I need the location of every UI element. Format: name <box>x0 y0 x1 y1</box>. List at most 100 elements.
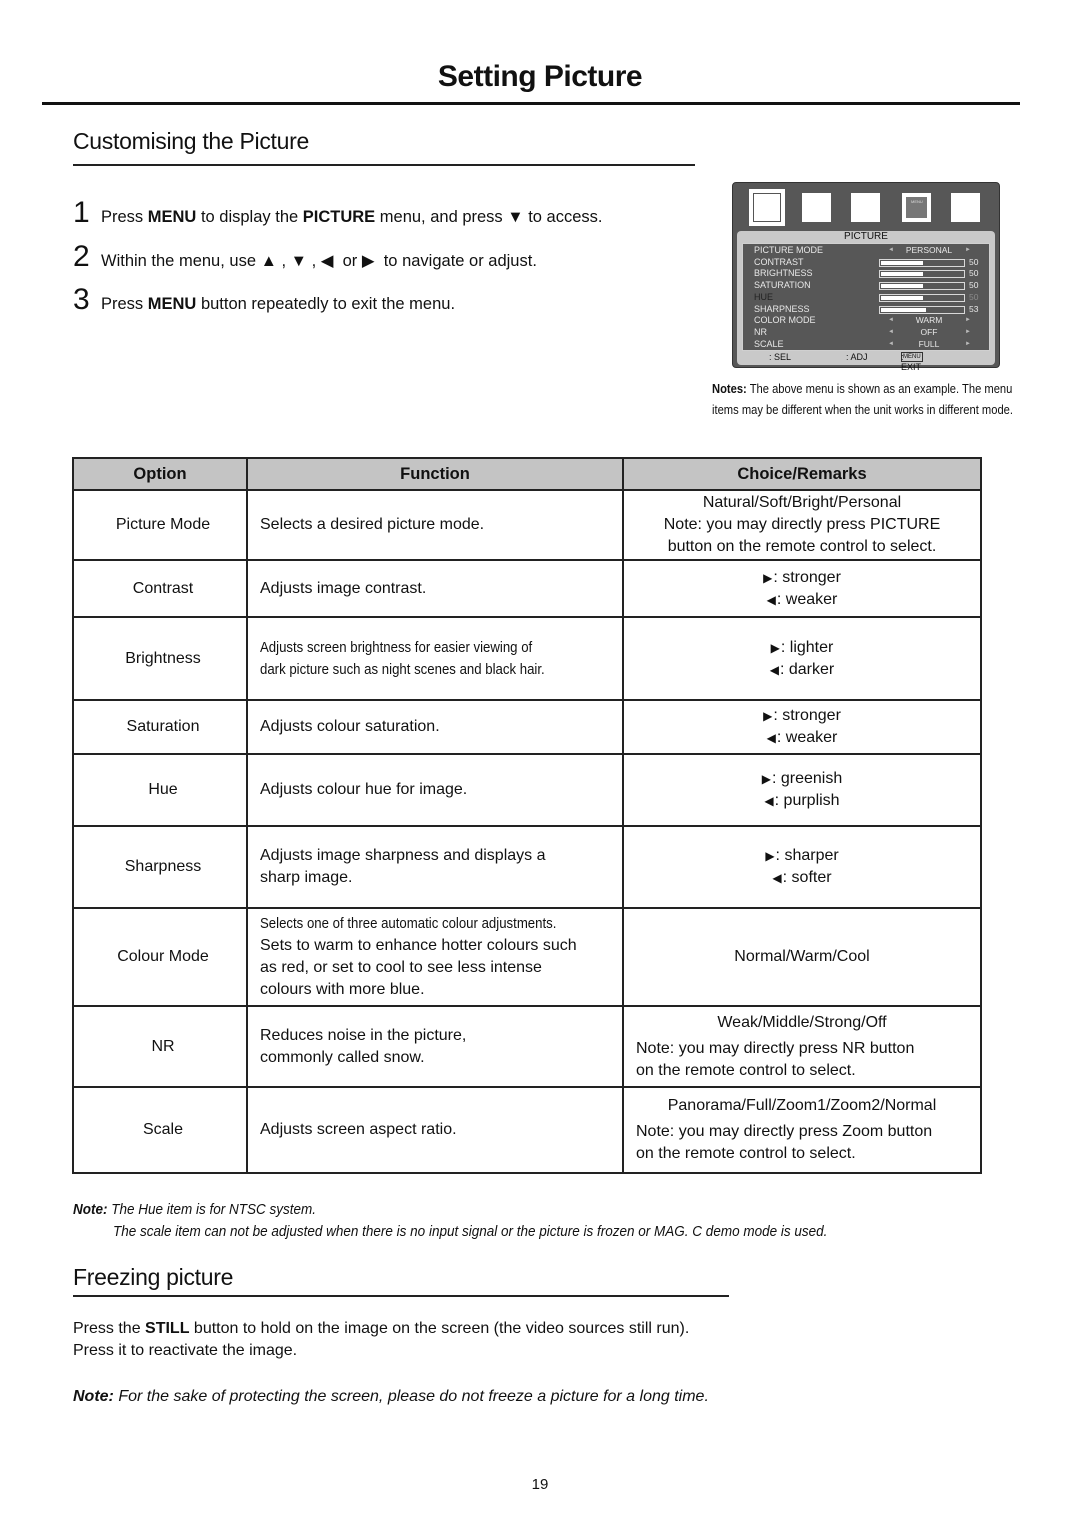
reactivate-text: Press it to reactivate the image. <box>73 1342 298 1359</box>
osd-level-fill <box>881 260 923 265</box>
table-row: Hue Adjusts colour hue for image. ▶: green… <box>72 753 982 827</box>
page-title: Setting Picture <box>437 60 643 93</box>
table-row: NR Reduces noise in the picture, commonly … <box>72 1005 982 1088</box>
step-number: 1 <box>73 196 90 229</box>
osd-row-label: CONTRAST <box>754 256 804 267</box>
hint-text: softer <box>791 869 832 886</box>
choice-text: Note: you may directly press PICTURE <box>663 516 941 533</box>
hint-text: weaker <box>785 590 838 608</box>
left-triangle-icon: ◀ <box>769 662 779 677</box>
right-arrow-icon: ► <box>965 340 971 347</box>
osd-row-label: PICTURE MODE <box>754 245 824 255</box>
osd-row-label: HUE <box>754 291 774 302</box>
increase-hint: ▶: greenish <box>624 768 980 790</box>
hint-text: stronger <box>782 568 841 586</box>
increase-hint: ▶: sharper <box>624 845 980 867</box>
osd-row: SHARPNESS 53 <box>743 304 989 316</box>
still-key-label: STILL <box>145 1320 190 1337</box>
osd-row: BRIGHTNESS 50 <box>743 268 989 280</box>
freeze-note: Note: For the sake of protecting the scr… <box>73 1388 709 1406</box>
header-option: Option <box>72 457 248 491</box>
menu-key-label: MENU <box>147 295 197 313</box>
step-text: menu, and press <box>375 208 508 226</box>
hint-separator: : <box>782 869 792 886</box>
table-row: Scale Adjusts screen aspect ratio. Panoram… <box>72 1086 982 1174</box>
step-text: Press <box>101 295 148 313</box>
choice-text: button on the remote control to select. <box>667 538 937 555</box>
choice-cell: Normal/Warm/Cool <box>622 907 982 1007</box>
picture-tab-icon <box>749 189 785 226</box>
osd-row-value: 50 <box>969 291 979 302</box>
choice-text: Natural/Soft/Bright/Personal <box>702 494 902 511</box>
osd-status-bar: : SEL : ADJ MENU : EXIT <box>737 352 995 372</box>
menu-key-label: MENU <box>147 208 197 226</box>
osd-level-bar <box>879 293 965 302</box>
left-triangle-icon: ◀ <box>766 731 776 745</box>
function-text: Adjusts image contrast. <box>260 579 427 597</box>
table-row: Saturation Adjusts colour saturation. ▶: s… <box>72 699 982 755</box>
decrease-hint: ◀: softer <box>624 867 980 889</box>
option-cell: Brightness <box>72 616 248 701</box>
choice-cell: ▶: lighter ◀: darker <box>622 616 982 701</box>
step-2: 2 Within the menu, use ▲ , ▼ , ◀ or ▶ to… <box>73 242 537 272</box>
left-triangle-icon: ◀ <box>764 794 774 808</box>
right-arrow-icon: ► <box>965 328 971 335</box>
function-text: Adjusts screen brightness for easier vie… <box>260 638 533 656</box>
step-text: button repeatedly to exit the menu. <box>196 295 456 313</box>
step-text: Within the menu, use <box>101 252 261 270</box>
setup-tab-icon <box>851 193 880 222</box>
menu-icon-text: MENU <box>911 199 923 204</box>
step-number: 3 <box>73 283 90 316</box>
osd-row: NR ◄ OFF ► <box>743 327 989 339</box>
osd-menu-illustration: MENU PICTURE PICTURE MODE ◄ PERSONAL ► CONTR… <box>732 182 1000 372</box>
choice-text: Note: you may directly press Zoom button <box>636 1123 933 1140</box>
function-tab-icon <box>951 193 980 222</box>
osd-row-label: SHARPNESS <box>754 303 810 314</box>
choice-options: Weak/Middle/Strong/Off <box>717 1013 887 1031</box>
freeze-instructions: Press the STILL button to hold on the im… <box>73 1318 689 1362</box>
function-text: commonly called snow. <box>260 1048 425 1066</box>
hint-text: lighter <box>789 638 834 656</box>
osd-row-label: COLOR MODE <box>754 315 816 326</box>
hint-text: greenish <box>780 770 843 787</box>
option-cell: Hue <box>72 753 248 827</box>
picture-options-table: Option Function Choice/Remarks Picture M… <box>72 457 982 1174</box>
function-text: Reduces noise in the picture, <box>260 1026 467 1044</box>
notes-label: Notes: <box>712 381 747 396</box>
osd-level-fill <box>881 307 926 312</box>
step-3: 3 Press MENU button repeatedly to exit t… <box>73 285 455 315</box>
osd-level-bar <box>879 270 965 279</box>
hint-text: sharper <box>784 847 839 864</box>
left-triangle-icon: ◀ <box>766 592 776 607</box>
hint-separator: : <box>773 707 783 724</box>
choice-text: on the remote control to select. <box>636 1145 856 1162</box>
picture-key-label: PICTURE <box>302 208 376 226</box>
hint-separator: : <box>776 590 786 608</box>
osd-level-fill <box>881 295 923 300</box>
right-arrow-icon: ► <box>965 247 971 253</box>
option-cell: NR <box>72 1005 248 1088</box>
function-text: dark picture such as night scenes and bl… <box>260 660 545 678</box>
osd-row-value: PERSONAL <box>905 245 953 255</box>
osd-sel-hint: : SEL <box>769 352 792 362</box>
function-cell: Adjusts colour saturation. <box>246 699 624 755</box>
table-row: Sharpness Adjusts image sharpness and dis… <box>72 825 982 909</box>
osd-row: PICTURE MODE ◄ PERSONAL ► <box>743 245 989 257</box>
section-divider <box>73 164 695 166</box>
notes-text: The above menu is shown as an example. T… <box>712 381 1013 417</box>
option-cell: Picture Mode <box>72 489 248 561</box>
function-cell: Adjusts colour hue for image. <box>246 753 624 827</box>
step-1: 1 Press MENU to display the PICTURE menu… <box>73 198 602 228</box>
choice-cell: Weak/Middle/Strong/Off Note: you may dire… <box>622 1005 982 1088</box>
sound-tab-icon <box>802 193 831 222</box>
step-text: Press <box>101 208 148 226</box>
hint-separator: : <box>776 729 786 746</box>
title-divider <box>42 102 1020 105</box>
osd-adj-hint: : ADJ <box>846 352 868 362</box>
function-text: Sets to warm to enhance hotter colours s… <box>260 937 577 954</box>
function-cell: Selects a desired picture mode. <box>246 489 624 561</box>
hint-separator: : <box>774 792 784 809</box>
choice-cell: Panorama/Full/Zoom1/Zoom2/Normal Note: yo… <box>622 1086 982 1174</box>
osd-level-bar <box>879 305 965 314</box>
freeze-text: button to hold on the image on the scree… <box>189 1320 690 1337</box>
